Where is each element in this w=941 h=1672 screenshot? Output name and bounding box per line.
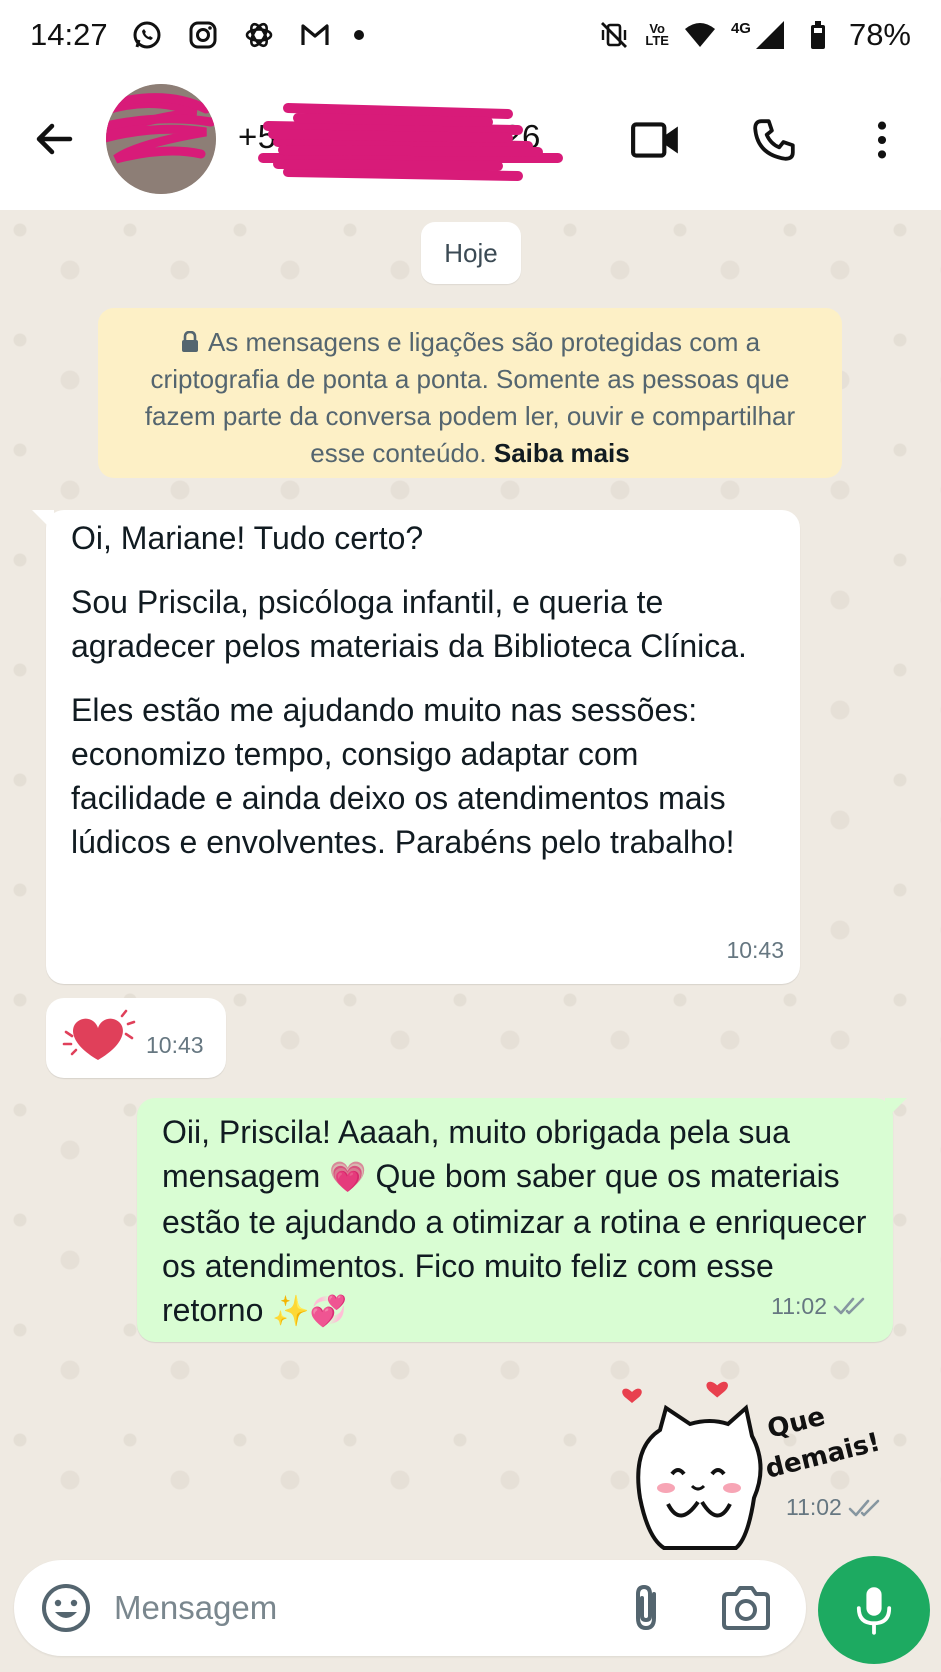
vibrate-mute-icon bbox=[597, 18, 631, 52]
bubble-tail bbox=[32, 510, 54, 532]
chat-area[interactable]: Hoje As mensagens e ligações são protegi… bbox=[0, 210, 941, 1550]
message-text: Oii, Priscila! Aaaah, muito obrigada pel… bbox=[162, 1110, 873, 1334]
signal-icon bbox=[753, 18, 787, 52]
more-vert-icon bbox=[877, 121, 887, 159]
attach-button[interactable] bbox=[620, 1580, 676, 1636]
message-paragraph: Sou Priscila, psicóloga infantil, e quer… bbox=[71, 584, 747, 664]
message-timestamp: 11:02 bbox=[771, 1293, 827, 1319]
instagram-icon bbox=[186, 18, 220, 52]
message-input[interactable] bbox=[114, 1584, 514, 1632]
encryption-notice[interactable]: As mensagens e ligações são protegidas c… bbox=[98, 308, 842, 478]
incoming-sticker-message[interactable]: 10:43 bbox=[46, 998, 226, 1078]
battery-icon bbox=[801, 18, 835, 52]
message-paragraph: Oi, Mariane! Tudo certo? bbox=[71, 520, 424, 556]
learn-more-link[interactable]: Saiba mais bbox=[494, 438, 630, 468]
message-paragraph: Eles estão me ajudando muito nas sessões… bbox=[71, 692, 735, 860]
avatar[interactable] bbox=[106, 84, 216, 194]
back-arrow-icon bbox=[36, 123, 73, 155]
status-bar: 14:27 Vo LTE 4G 78% bbox=[0, 0, 941, 70]
bubble-tail bbox=[885, 1098, 907, 1120]
camera-button[interactable] bbox=[718, 1580, 774, 1636]
volte-indicator: Vo LTE bbox=[645, 21, 669, 48]
voice-call-button[interactable] bbox=[744, 110, 804, 170]
chat-header: +55 11 9 0000-0426 bbox=[0, 70, 941, 210]
whatsapp-icon bbox=[130, 18, 164, 52]
voice-message-button[interactable] bbox=[818, 1556, 930, 1664]
svg-text:Que: Que bbox=[764, 1402, 828, 1445]
video-call-button[interactable] bbox=[626, 110, 686, 170]
heart-sticker-icon bbox=[62, 1009, 136, 1060]
paperclip-icon bbox=[636, 1584, 656, 1631]
microphone-icon bbox=[856, 1587, 892, 1635]
avatar-redaction-scribble bbox=[106, 84, 216, 194]
status-time: 14:27 bbox=[30, 17, 108, 52]
lock-icon bbox=[181, 331, 198, 352]
more-notifications-dot bbox=[353, 30, 364, 40]
emoji-button[interactable] bbox=[40, 1582, 92, 1634]
back-button[interactable] bbox=[30, 114, 80, 164]
message-composer bbox=[14, 1560, 806, 1656]
camera-icon bbox=[722, 1586, 770, 1630]
message-timestamp: 11:02 bbox=[786, 1494, 842, 1520]
message-meta: 11:02 bbox=[786, 1494, 884, 1521]
pink-heart-emoji: 💗 bbox=[329, 1160, 367, 1195]
more-options-button[interactable] bbox=[852, 110, 912, 170]
message-timestamp: 10:43 bbox=[146, 1032, 204, 1058]
name-redaction-scribble bbox=[258, 103, 563, 181]
message-timestamp: 10:43 bbox=[726, 937, 784, 963]
phone-icon bbox=[753, 119, 795, 161]
wifi-icon bbox=[683, 18, 717, 52]
encryption-text: As mensagens e ligações são protegidas c… bbox=[144, 327, 796, 468]
openai-icon bbox=[242, 18, 276, 52]
message-meta: 11:02 bbox=[771, 1284, 869, 1328]
video-call-icon bbox=[631, 122, 678, 158]
outgoing-message[interactable]: Oii, Priscila! Aaaah, muito obrigada pel… bbox=[137, 1098, 907, 1342]
incoming-message[interactable]: Oi, Mariane! Tudo certo? Sou Priscila, p… bbox=[32, 510, 800, 984]
read-receipt-icon bbox=[848, 1499, 880, 1516]
network-type: 4G bbox=[730, 19, 751, 37]
battery-percentage: 78% bbox=[848, 17, 911, 52]
date-chip: Hoje bbox=[421, 222, 521, 284]
smiley-icon bbox=[42, 1584, 90, 1632]
sparkles-hearts-emoji: ✨💞 bbox=[272, 1294, 347, 1329]
read-receipt-icon bbox=[833, 1297, 865, 1315]
gmail-icon bbox=[298, 18, 332, 52]
